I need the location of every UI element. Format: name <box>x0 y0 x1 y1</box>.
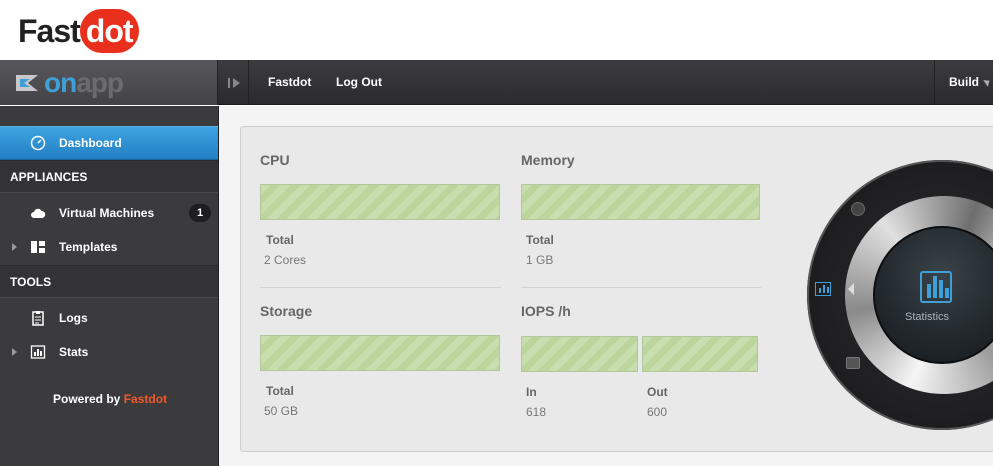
memory-total-value: 1 GB <box>526 253 554 267</box>
onapp-logo-text: onapp <box>44 66 124 99</box>
sidebar-section-appliances: APPLIANCES <box>0 160 218 193</box>
sidebar-item-logs[interactable]: Logs <box>0 301 218 335</box>
bar-chart-icon <box>30 345 46 359</box>
top-bar: Fast dot <box>0 0 993 60</box>
iops-in-label: In <box>526 385 537 399</box>
build-label: Build <box>949 75 979 89</box>
sidebar-item-label: Virtual Machines <box>59 206 155 220</box>
nav-logout-link[interactable]: Log Out <box>336 60 382 105</box>
iops-out-label: Out <box>647 385 668 399</box>
cpu-total-label: Total <box>266 233 294 247</box>
sidebar-section-tools: TOOLS <box>0 265 218 298</box>
expand-arrow-icon[interactable] <box>12 348 17 356</box>
header-nav: onapp Fastdot Log Out Build <box>0 60 993 105</box>
cloud-icon <box>31 208 46 218</box>
iops-in-bar <box>521 336 638 372</box>
onapp-app: app <box>76 66 124 98</box>
iops-out-bar <box>642 336 758 372</box>
sidebar-item-stats[interactable]: Stats <box>0 335 218 369</box>
powered-by-link[interactable]: Fastdot <box>124 392 167 406</box>
iops-out-value: 600 <box>647 405 668 419</box>
expand-arrow-icon[interactable] <box>12 243 17 251</box>
sidebar-item-label: Stats <box>59 345 89 359</box>
main-content: CPU Total 2 Cores Memory Total 1 GB Stor… <box>219 106 993 466</box>
cpu-title: CPU <box>260 152 290 168</box>
sidebar-item-dashboard[interactable]: Dashboard <box>0 126 218 160</box>
divider <box>260 287 501 288</box>
fastdot-logo[interactable]: Fast dot <box>18 9 139 53</box>
sidebar-item-label: Dashboard <box>59 136 122 150</box>
dashboard-panel: CPU Total 2 Cores Memory Total 1 GB Stor… <box>240 126 993 452</box>
cpu-total-value: 2 Cores <box>264 253 307 267</box>
sidebar-item-templates[interactable]: Templates <box>0 230 218 264</box>
sidebar-item-label: Templates <box>59 240 118 254</box>
sidebar: Dashboard APPLIANCES Virtual Machines 1 … <box>0 106 219 466</box>
memory-total-label: Total <box>526 233 554 247</box>
logo-dot-text: dot <box>79 9 139 53</box>
memory-title: Memory <box>521 152 575 168</box>
storage-total-value: 50 GB <box>264 404 299 418</box>
vm-count-badge: 1 <box>189 204 211 222</box>
onapp-logo[interactable]: onapp <box>0 60 218 105</box>
storage-title: Storage <box>260 303 313 319</box>
collapse-sidebar-button[interactable] <box>219 60 249 105</box>
dashboard-icon <box>30 135 46 151</box>
divider <box>521 287 761 288</box>
storage-usage-bar <box>260 335 500 371</box>
powered-by: Powered by Fastdot <box>53 392 167 406</box>
build-caret-icon <box>983 77 992 87</box>
powered-by-text: Powered by <box>53 392 121 406</box>
build-dropdown[interactable]: Build <box>934 60 993 105</box>
iops-in-value: 618 <box>526 405 547 419</box>
memory-usage-bar <box>521 184 760 220</box>
templates-icon <box>31 241 45 253</box>
iops-title: IOPS /h <box>521 303 571 319</box>
logo-fast-text: Fast <box>18 12 81 49</box>
sidebar-item-label: Logs <box>59 311 88 325</box>
onapp-on: on <box>44 66 77 98</box>
onapp-logo-icon <box>16 74 38 91</box>
clipboard-icon <box>32 311 44 326</box>
storage-total-label: Total <box>266 384 294 398</box>
nav-fastdot-link[interactable]: Fastdot <box>268 60 311 105</box>
sidebar-item-virtual-machines[interactable]: Virtual Machines 1 <box>0 196 218 230</box>
collapse-icon <box>227 77 240 88</box>
cpu-usage-bar <box>260 184 500 220</box>
